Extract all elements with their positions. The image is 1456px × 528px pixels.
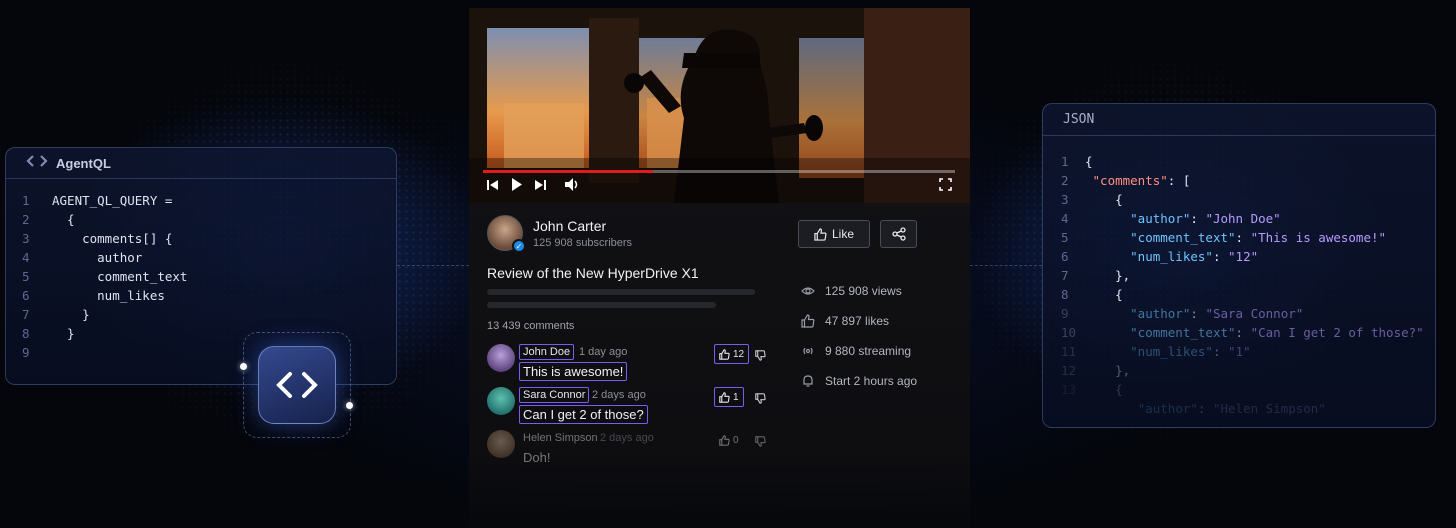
thumbs-up-icon <box>719 434 730 446</box>
start-time-stat: Start 2 hours ago <box>801 374 917 388</box>
code-brackets-icon <box>276 372 318 398</box>
like-button-label: Like <box>831 227 854 241</box>
channel-info[interactable]: ✓ John Carter 125 908 subscribers <box>487 215 633 253</box>
previous-icon[interactable] <box>487 178 499 196</box>
code-line: 1 AGENT_QL_QUERY = <box>22 191 396 210</box>
fullscreen-icon[interactable] <box>939 178 952 196</box>
line-number: 5 <box>22 269 30 284</box>
code-line: 4 author <box>22 248 396 267</box>
comment-like-button[interactable]: 0 <box>714 430 744 450</box>
channel-avatar[interactable]: ✓ <box>487 215 526 253</box>
comment-item: Sara Connor 2 days ago Can I get 2 of th… <box>487 387 766 427</box>
video-progress-bar[interactable] <box>483 170 955 173</box>
video-title: Review of the New HyperDrive X1 <box>487 265 699 281</box>
thumbs-up-icon <box>814 227 827 241</box>
comment-item: Helen Simpson 2 days ago Doh! 0 <box>487 430 766 470</box>
code-text: comments[] { <box>52 231 173 246</box>
code-text: } <box>52 307 90 322</box>
line-number: 3 <box>22 231 30 246</box>
video-player[interactable] <box>469 8 970 203</box>
comment-author[interactable]: Helen Simpson <box>519 430 602 446</box>
thumbs-down-icon[interactable] <box>755 348 766 366</box>
comment-time: 2 days ago <box>592 389 646 401</box>
agentql-panel-title: AgentQL <box>56 155 111 171</box>
broadcast-icon <box>803 347 813 355</box>
code-line: 2 { <box>22 210 396 229</box>
subscriber-count: 125 908 subscribers <box>533 236 633 249</box>
code-text: comment_text <box>52 269 188 284</box>
volume-icon[interactable] <box>565 178 580 196</box>
code-text: } <box>52 326 75 341</box>
line-number: 6 <box>22 288 30 303</box>
description-placeholder <box>487 289 755 295</box>
json-code: 1{ 2 "comments": [ 3 { 4 "author": "John… <box>1061 154 1424 416</box>
code-line: 7 } <box>22 305 396 324</box>
comment-text: Can I get 2 of those? <box>519 405 648 424</box>
code-text: num_likes <box>52 288 165 303</box>
comment-like-count: 12 <box>733 348 745 360</box>
eye-icon <box>801 287 815 295</box>
comment-like-count: 1 <box>733 391 739 403</box>
comment-like-count: 0 <box>733 434 739 446</box>
line-number: 4 <box>22 250 30 265</box>
video-progress-fill <box>483 170 653 173</box>
line-number: 1 <box>22 193 30 208</box>
comment-time: 2 days ago <box>600 432 654 444</box>
json-result-panel: JSON 1{ 2 "comments": [ 3 { 4 "author": … <box>1042 103 1436 428</box>
line-number: 9 <box>22 345 30 360</box>
thumbs-down-icon[interactable] <box>755 391 766 409</box>
agentql-panel-header: AgentQL <box>6 148 396 179</box>
thumbs-up-icon <box>719 391 730 403</box>
likes-stat: 47 897 likes <box>801 314 889 328</box>
code-text: AGENT_QL_QUERY = <box>52 193 173 208</box>
code-line: 5 comment_text <box>22 267 396 286</box>
comment-text: This is awesome! <box>519 362 628 381</box>
thumbs-up-icon <box>719 348 730 360</box>
commenter-avatar[interactable] <box>487 430 515 458</box>
comment-author[interactable]: John Doe <box>519 344 575 360</box>
video-frame-image <box>469 8 970 203</box>
share-button[interactable] <box>880 220 917 248</box>
comment-like-button[interactable]: 1 <box>714 387 744 407</box>
comment-text: Doh! <box>523 450 551 465</box>
bell-icon <box>803 375 813 387</box>
thumbs-up-icon <box>801 314 815 328</box>
connector-left <box>397 265 469 266</box>
commenter-avatar[interactable] <box>487 387 515 415</box>
code-text: author <box>52 250 143 265</box>
json-panel-header: JSON <box>1043 104 1435 136</box>
comment-time: 1 day ago <box>579 346 628 358</box>
line-number: 2 <box>22 212 30 227</box>
agentql-badge-frame <box>243 332 351 438</box>
connector-node <box>240 363 247 370</box>
channel-name[interactable]: John Carter <box>533 218 632 234</box>
code-line: 6 num_likes <box>22 286 396 305</box>
comment-author[interactable]: Sara Connor <box>519 387 590 403</box>
comment-count: 13 439 comments <box>487 320 575 332</box>
commenter-avatar[interactable] <box>487 344 515 372</box>
comment-item: John Doe 1 day ago This is awesome! 12 <box>487 344 766 384</box>
streaming-stat: 9 880 streaming <box>801 344 911 358</box>
connector-right <box>970 265 1042 266</box>
code-brackets-icon <box>26 154 48 173</box>
json-panel-title: JSON <box>1063 112 1095 127</box>
views-stat: 125 908 views <box>801 284 902 298</box>
next-icon[interactable] <box>534 178 546 196</box>
verified-icon: ✓ <box>512 239 526 253</box>
comment-like-button[interactable]: 12 <box>714 344 750 364</box>
line-number: 7 <box>22 307 30 322</box>
video-page-card: ✓ John Carter 125 908 subscribers Like R… <box>469 8 970 528</box>
agentql-logo <box>258 346 336 424</box>
thumbs-down-icon[interactable] <box>755 434 766 452</box>
like-button[interactable]: Like <box>798 220 870 248</box>
share-icon <box>891 227 906 241</box>
description-placeholder <box>487 302 716 308</box>
line-number: 8 <box>22 326 30 341</box>
play-icon[interactable] <box>511 178 523 196</box>
connector-node <box>346 402 353 409</box>
code-line: 3 comments[] { <box>22 229 396 248</box>
code-text: { <box>52 212 75 227</box>
